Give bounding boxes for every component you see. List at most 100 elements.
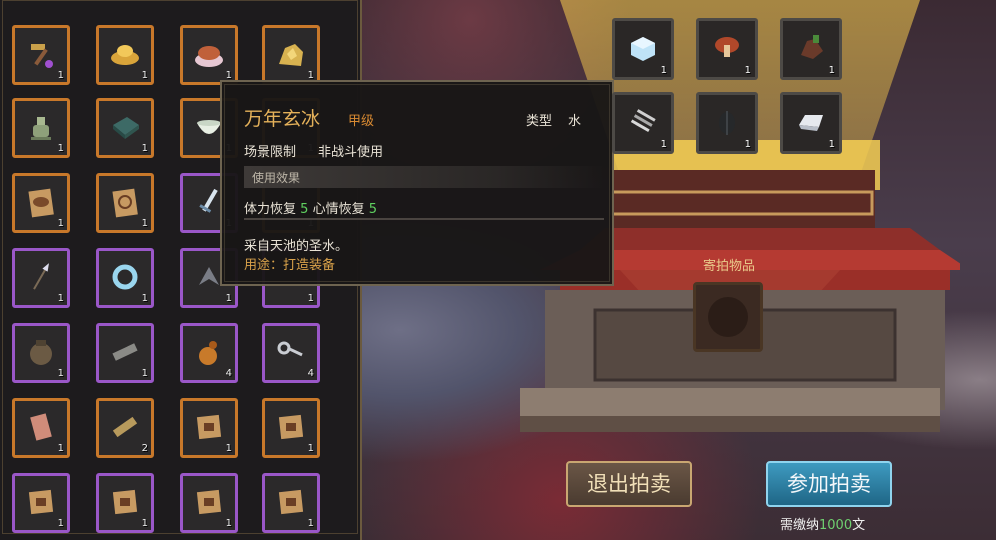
item-count: 1 bbox=[307, 443, 314, 454]
item-grade: 甲级 bbox=[348, 114, 375, 129]
scroll-map-icon bbox=[25, 186, 57, 218]
lot-count: 1 bbox=[828, 65, 835, 76]
auction-lot-slot[interactable]: 1 bbox=[780, 92, 842, 154]
inventory-slot[interactable]: 1 bbox=[262, 25, 320, 85]
auction-lot-slot[interactable]: 1 bbox=[780, 18, 842, 80]
paper-icon bbox=[25, 411, 57, 443]
jar-icon bbox=[25, 336, 57, 368]
inventory-slot[interactable]: 1 bbox=[12, 473, 70, 533]
inventory-slot[interactable]: 4 bbox=[262, 323, 320, 383]
scroll-pattern-icon bbox=[109, 186, 141, 218]
item-tooltip: 万年玄冰 甲级 类型 水 场景限制 非战斗使用 使用效果 体力恢复 5 心情恢复… bbox=[220, 80, 614, 286]
auction-lot-slot[interactable]: 1 bbox=[612, 18, 674, 80]
inventory-slot[interactable]: 1 bbox=[96, 248, 154, 308]
lot-count: 1 bbox=[828, 139, 835, 150]
item-description: 采自天池的圣水。 bbox=[244, 239, 349, 254]
inventory-slot[interactable]: 1 bbox=[180, 398, 238, 458]
inventory-slot[interactable]: 1 bbox=[12, 173, 70, 233]
tooltip-divider bbox=[244, 218, 604, 220]
item-type-value: 水 bbox=[568, 114, 582, 129]
item-count: 4 bbox=[307, 368, 314, 379]
effect-header: 使用效果 bbox=[244, 166, 604, 188]
sticks-bundle-icon bbox=[627, 105, 661, 139]
consign-slot[interactable] bbox=[693, 282, 763, 352]
inventory-slot[interactable]: 1 bbox=[96, 173, 154, 233]
ice-crystal-icon bbox=[627, 31, 661, 65]
join-auction-button[interactable]: 参加拍卖 bbox=[766, 461, 892, 507]
item-count: 1 bbox=[141, 518, 148, 529]
item-count: 1 bbox=[307, 518, 314, 529]
item-count: 1 bbox=[57, 443, 64, 454]
fee-text: 需缴纳1000文 bbox=[780, 514, 865, 533]
inventory-slot[interactable]: 1 bbox=[12, 98, 70, 158]
inventory-slot[interactable]: 1 bbox=[12, 323, 70, 383]
jade-block-icon bbox=[109, 111, 141, 143]
inventory-slot[interactable]: 1 bbox=[96, 25, 154, 85]
inventory-slot[interactable]: 1 bbox=[12, 25, 70, 85]
stamina-label: 体力恢复 bbox=[244, 202, 297, 217]
food-plate-icon bbox=[193, 38, 225, 70]
key-icon bbox=[275, 336, 307, 368]
item-count: 1 bbox=[141, 218, 148, 229]
auction-lot-slot[interactable]: 1 bbox=[696, 18, 758, 80]
item-count: 1 bbox=[141, 293, 148, 304]
inventory-slot[interactable]: 1 bbox=[96, 473, 154, 533]
map-scrap-icon bbox=[193, 411, 225, 443]
scene-restriction-value: 非战斗使用 bbox=[318, 145, 384, 160]
crystal-ring-icon bbox=[109, 261, 141, 293]
item-count: 1 bbox=[141, 143, 148, 154]
gold-ingot-icon bbox=[109, 38, 141, 70]
item-count: 2 bbox=[141, 443, 148, 454]
beetle-icon bbox=[711, 105, 745, 139]
map-scrap-icon bbox=[275, 486, 307, 518]
inventory-slot[interactable]: 1 bbox=[12, 398, 70, 458]
map-scrap-icon bbox=[109, 486, 141, 518]
exit-auction-button[interactable]: 退出拍卖 bbox=[566, 461, 692, 507]
item-usage: 用途：打造装备 bbox=[244, 258, 336, 273]
item-count: 1 bbox=[225, 518, 232, 529]
incense-burner-icon bbox=[25, 111, 57, 143]
silver-ingot-icon bbox=[795, 105, 829, 139]
fee-amount: 1000 bbox=[819, 518, 853, 533]
item-count: 1 bbox=[225, 293, 232, 304]
effect-header-label: 使用效果 bbox=[252, 171, 301, 185]
inventory-slot[interactable]: 4 bbox=[180, 323, 238, 383]
stamina-value: 5 bbox=[300, 202, 309, 217]
inventory-slot[interactable]: 1 bbox=[96, 98, 154, 158]
inventory-slot[interactable]: 1 bbox=[180, 473, 238, 533]
inventory-slot[interactable]: 1 bbox=[180, 25, 238, 85]
effect-line: 体力恢复 5 心情恢复 5 bbox=[244, 198, 377, 217]
lot-count: 1 bbox=[744, 139, 751, 150]
scene-restriction-label: 场景限制 bbox=[244, 145, 297, 160]
ginseng-root-icon bbox=[795, 31, 829, 65]
inventory-slot[interactable]: 2 bbox=[96, 398, 154, 458]
item-count: 1 bbox=[57, 518, 64, 529]
item-count: 1 bbox=[57, 218, 64, 229]
auction-lot-slot[interactable]: 1 bbox=[696, 92, 758, 154]
map-scrap-icon bbox=[25, 486, 57, 518]
mood-value: 5 bbox=[368, 202, 378, 217]
spear-icon bbox=[25, 261, 57, 293]
inventory-slot[interactable]: 1 bbox=[262, 473, 320, 533]
gold-ore-icon bbox=[275, 38, 307, 70]
item-count: 1 bbox=[57, 70, 64, 81]
fee-unit: 文 bbox=[852, 518, 866, 533]
item-count: 1 bbox=[225, 443, 232, 454]
item-count: 1 bbox=[141, 368, 148, 379]
map-scrap-icon bbox=[193, 486, 225, 518]
mood-label: 心情恢复 bbox=[312, 202, 365, 217]
lot-count: 1 bbox=[744, 65, 751, 76]
auction-lot-slot[interactable]: 1 bbox=[612, 92, 674, 154]
inventory-slot[interactable]: 1 bbox=[262, 398, 320, 458]
inventory-slot[interactable]: 1 bbox=[96, 323, 154, 383]
fee-prefix: 需缴纳 bbox=[780, 518, 820, 533]
item-count: 1 bbox=[57, 293, 64, 304]
item-type-label: 类型 bbox=[526, 114, 553, 129]
item-count: 1 bbox=[141, 70, 148, 81]
mushroom-icon bbox=[711, 31, 745, 65]
gourd-icon bbox=[193, 336, 225, 368]
lot-count: 1 bbox=[660, 65, 667, 76]
item-count: 1 bbox=[307, 293, 314, 304]
item-name: 万年玄冰 bbox=[244, 108, 321, 130]
inventory-slot[interactable]: 1 bbox=[12, 248, 70, 308]
